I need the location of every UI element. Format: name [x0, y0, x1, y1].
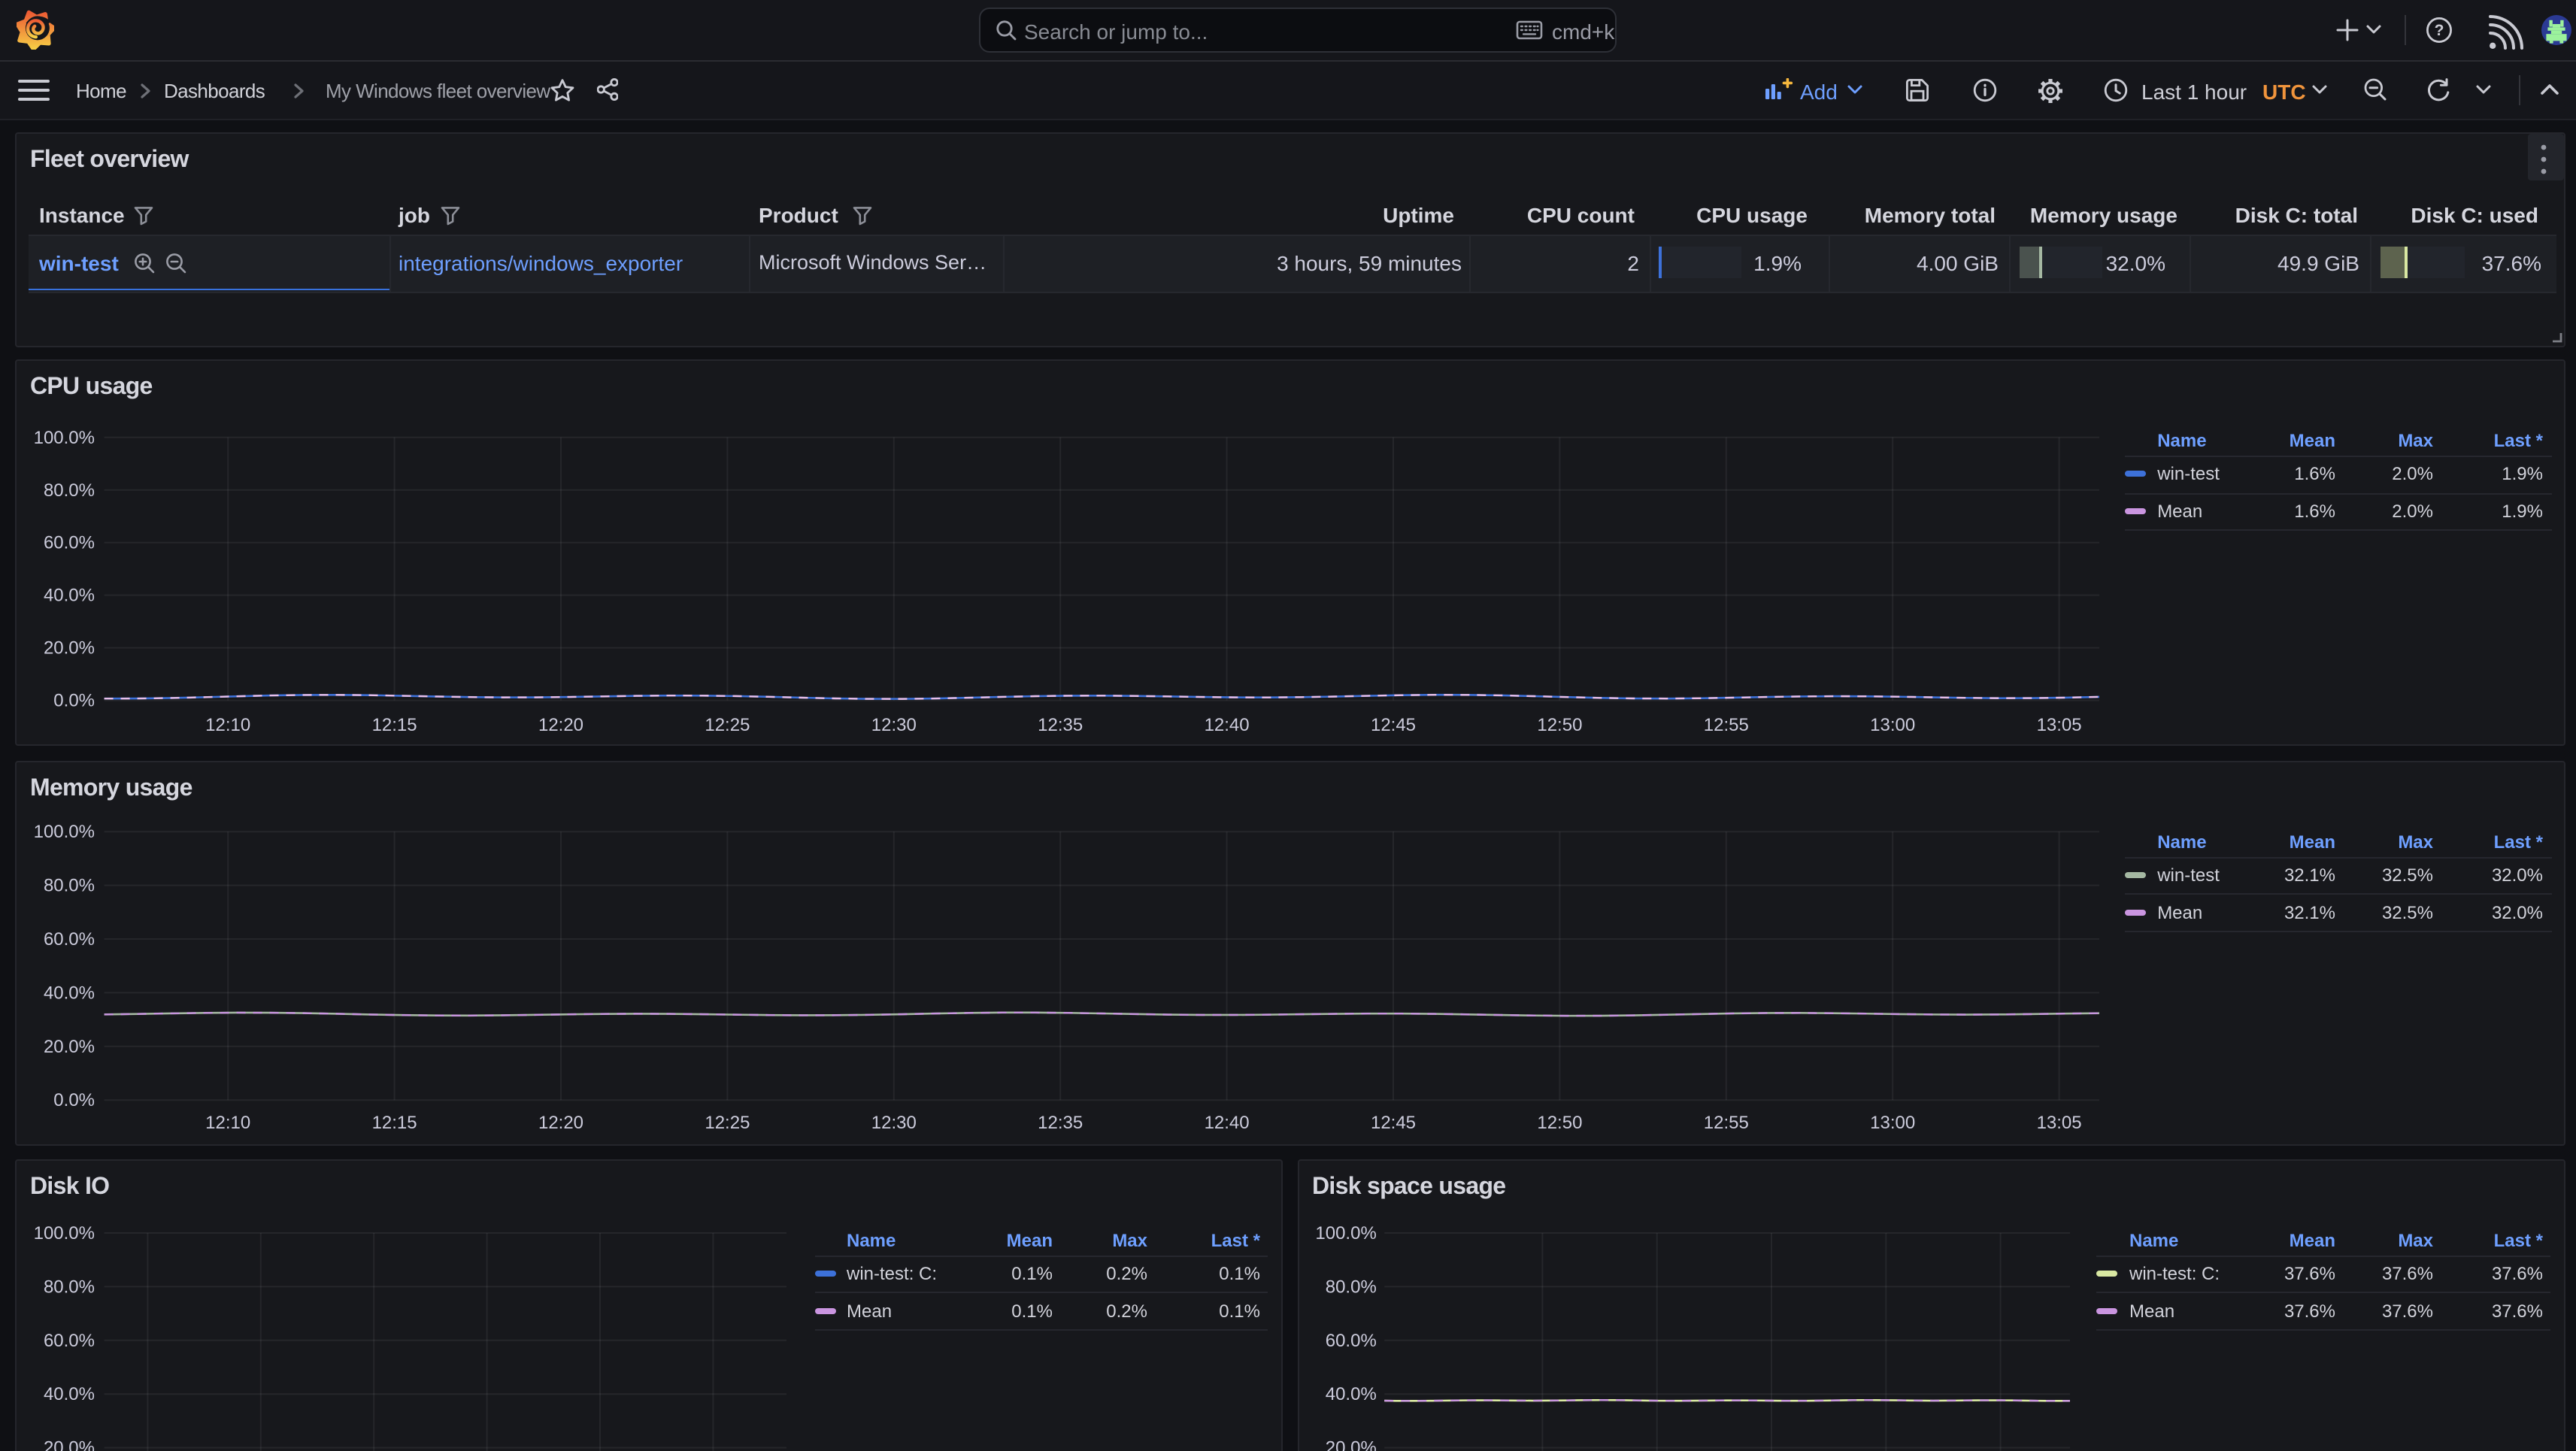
svg-text:?: ?	[2435, 22, 2444, 39]
